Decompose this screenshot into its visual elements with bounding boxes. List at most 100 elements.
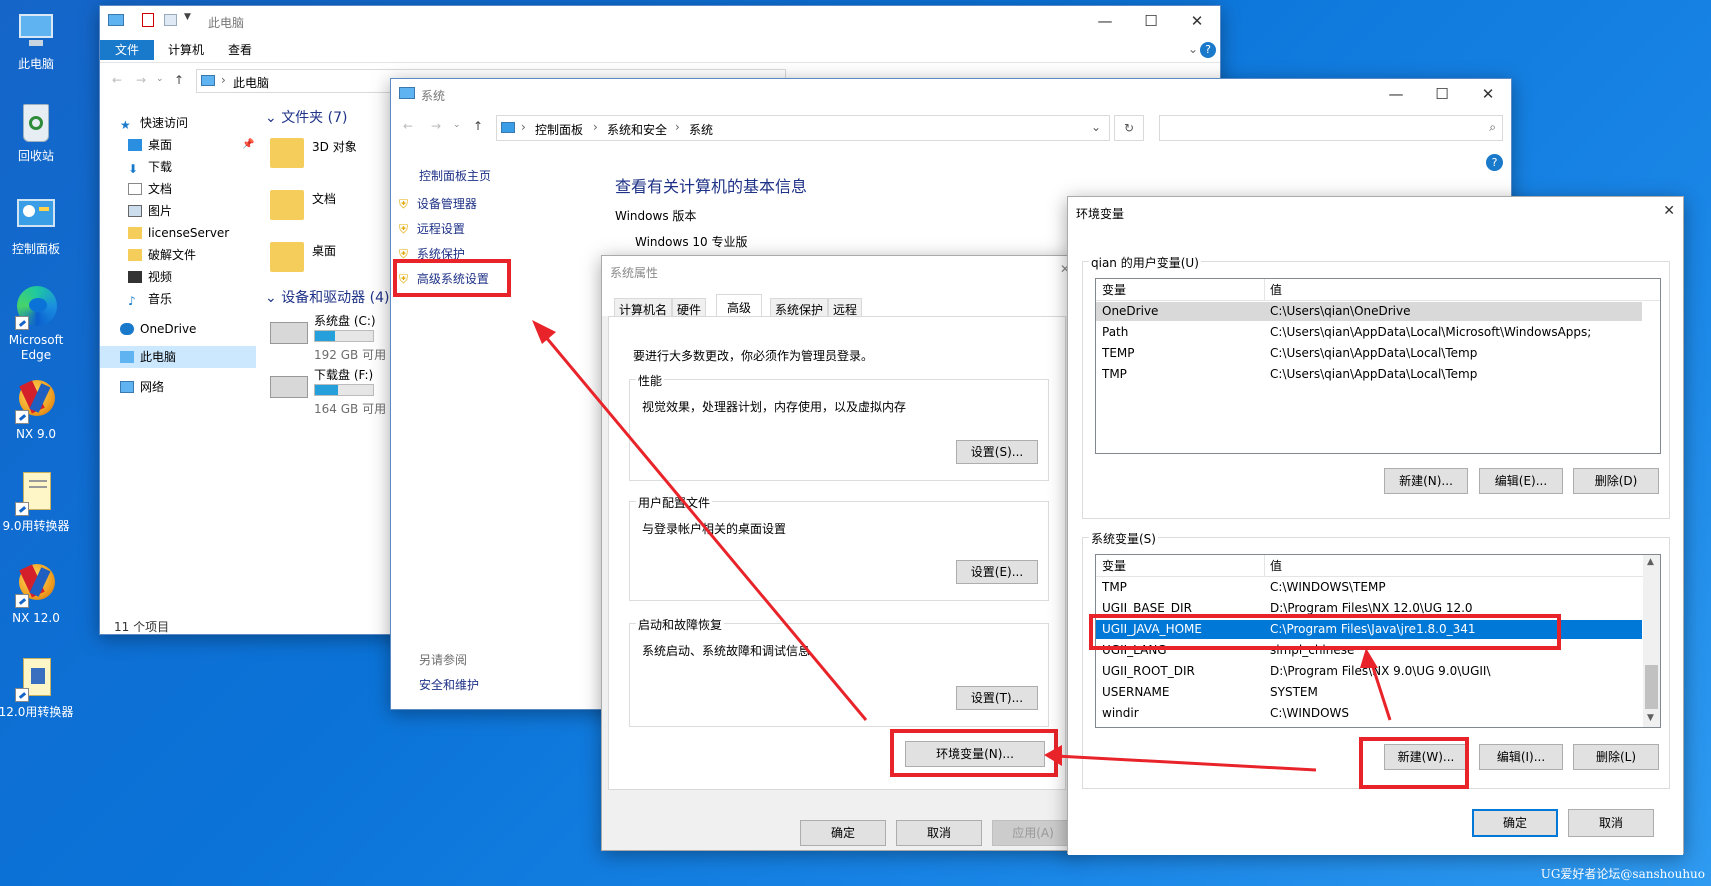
tab-remote[interactable]: 远程 (828, 298, 863, 317)
help-icon[interactable]: ? (1486, 154, 1503, 171)
maximize-button[interactable]: ☐ (1128, 6, 1174, 36)
tab-view[interactable]: 查看 (218, 40, 262, 60)
desktop-icon-recycle-bin[interactable]: 回收站 (0, 100, 74, 164)
minimize-button[interactable]: — (1082, 6, 1128, 36)
desktop-icon-this-pc[interactable]: 此电脑 (0, 8, 74, 72)
nav-onedrive[interactable]: OneDrive (120, 318, 196, 340)
drive-item[interactable]: 系统盘 (C:) 192 GB 可用 (270, 312, 386, 362)
close-button[interactable]: ✕ (1663, 203, 1675, 219)
new-folder-icon[interactable] (164, 14, 177, 26)
cp-home-link[interactable]: 控制面板主页 (419, 167, 491, 184)
tab-computer[interactable]: 计算机 (158, 40, 214, 60)
recent-dropdown-icon[interactable]: ⌄ (156, 74, 164, 84)
tab-advanced[interactable]: 高级 (716, 294, 763, 318)
back-arrow-icon[interactable]: ← (112, 73, 122, 87)
user-delete-button[interactable]: 删除(D) (1573, 468, 1659, 494)
user-variables-list[interactable]: 变量 值 OneDrive C:\Users\qian\OneDrive Pat… (1095, 278, 1661, 454)
startup-settings-button[interactable]: 设置(T)... (956, 686, 1038, 710)
column-header-value[interactable]: 值 (1270, 555, 1282, 577)
table-row[interactable]: windir C:\WINDOWS (1096, 704, 1642, 723)
breadcrumb-system-security[interactable]: 系统和安全 (607, 121, 667, 138)
nav-videos[interactable]: 视频 (128, 266, 172, 288)
close-button[interactable]: ✕ (1174, 6, 1220, 36)
user-edit-button[interactable]: 编辑(E)... (1479, 468, 1563, 494)
ribbon-expand-icon[interactable]: ⌄ (1188, 42, 1198, 56)
drives-section-header[interactable]: ⌄ 设备和驱动器 (4) (265, 287, 389, 307)
properties-icon[interactable] (142, 13, 154, 27)
folder-item[interactable]: 3D 对象 (270, 134, 370, 174)
ok-button[interactable]: 确定 (800, 820, 886, 846)
nav-downloads[interactable]: ⬇ 下载 (128, 156, 172, 178)
maximize-button[interactable]: ☐ (1419, 79, 1465, 109)
nav-documents[interactable]: 文档 (128, 178, 172, 200)
system-edit-button[interactable]: 编辑(I)... (1479, 744, 1563, 770)
close-button[interactable]: ✕ (1465, 79, 1511, 109)
table-row[interactable]: OneDrive C:\Users\qian\OneDrive (1096, 302, 1642, 321)
column-header-value[interactable]: 值 (1270, 279, 1282, 301)
tab-hardware[interactable]: 硬件 (672, 298, 707, 317)
refresh-button[interactable]: ↻ (1114, 115, 1144, 141)
tab-system-protection[interactable]: 系统保护 (770, 298, 829, 317)
help-icon[interactable]: ? (1200, 42, 1216, 58)
nav-music[interactable]: ♪ 音乐 (128, 288, 172, 310)
table-row[interactable]: TMP C:\WINDOWS\TEMP (1096, 578, 1642, 597)
drive-item[interactable]: 下载盘 (F:) 164 GB 可用 (270, 366, 386, 416)
breadcrumb-system[interactable]: 系统 (689, 121, 713, 138)
tab-file[interactable]: 文件 (100, 40, 154, 60)
desktop-icon-edge[interactable]: Microsoft Edge (0, 284, 74, 363)
desktop-icon-control-panel[interactable]: 控制面板 (0, 193, 74, 257)
link-security-maintenance[interactable]: 安全和维护 (419, 676, 479, 693)
folder-item[interactable]: 文档 (270, 186, 370, 226)
minimize-button[interactable]: — (1373, 79, 1419, 109)
system-delete-button[interactable]: 删除(L) (1573, 744, 1659, 770)
performance-settings-button[interactable]: 设置(S)... (956, 440, 1038, 464)
table-row[interactable]: Path C:\Users\qian\AppData\Local\Microso… (1096, 323, 1642, 342)
address-bar[interactable]: › 控制面板 › 系统和安全 › 系统 ⌄ (496, 115, 1110, 141)
cancel-button[interactable]: 取消 (1568, 809, 1654, 837)
link-remote-settings[interactable]: ⛨ 远程设置 (399, 220, 465, 237)
column-divider (1264, 555, 1265, 577)
link-device-manager[interactable]: ⛨ 设备管理器 (399, 195, 477, 212)
folders-section-header[interactable]: ⌄ 文件夹 (7) (265, 107, 347, 127)
nav-crack-files[interactable]: 破解文件 (128, 244, 196, 266)
nav-this-pc[interactable]: 此电脑 (100, 346, 256, 368)
system-titlebar: 系统 — ☐ ✕ (391, 79, 1511, 109)
folder-item[interactable]: 桌面 (270, 238, 370, 278)
address-dropdown-icon[interactable]: ⌄ (1091, 120, 1101, 134)
search-input[interactable]: ⌕ (1159, 115, 1503, 141)
apply-button[interactable]: 应用(A) (992, 820, 1074, 846)
table-row[interactable]: UGII_ROOT_DIR D:\Program Files\NX 9.0\UG… (1096, 662, 1642, 681)
up-arrow-icon[interactable]: ↑ (174, 73, 184, 87)
scroll-thumb[interactable] (1645, 665, 1658, 709)
scroll-down-icon[interactable]: ▼ (1647, 713, 1654, 723)
vertical-scrollbar[interactable]: ▲ ▼ (1643, 555, 1660, 727)
nav-quick-access[interactable]: ★ 快速访问 (120, 112, 188, 134)
table-row[interactable]: TMP C:\Users\qian\AppData\Local\Temp (1096, 365, 1642, 384)
user-new-button[interactable]: 新建(N)... (1384, 468, 1468, 494)
desktop-icon-nx9[interactable]: NX 9.0 (0, 378, 74, 442)
table-row[interactable]: USERNAME SYSTEM (1096, 683, 1642, 702)
forward-arrow-icon[interactable]: → (431, 119, 441, 133)
desktop-icon-converter-12[interactable]: 12.0用转换器 (0, 656, 74, 720)
column-header-variable[interactable]: 变量 (1102, 555, 1126, 577)
column-header-variable[interactable]: 变量 (1102, 279, 1126, 301)
nav-desktop[interactable]: 桌面 (128, 134, 172, 156)
nav-license-server[interactable]: licenseServer (128, 222, 229, 244)
user-profiles-settings-button[interactable]: 设置(E)... (956, 560, 1038, 584)
desktop-icon-label-line2: Edge (20, 348, 52, 362)
table-row[interactable]: TEMP C:\Users\qian\AppData\Local\Temp (1096, 344, 1642, 363)
tab-computer-name[interactable]: 计算机名 (614, 298, 673, 317)
breadcrumb-control-panel[interactable]: 控制面板 (535, 121, 583, 138)
qat-dropdown-icon[interactable]: ▼ (184, 12, 191, 22)
recent-dropdown-icon[interactable]: ⌄ (453, 120, 461, 130)
nav-network[interactable]: 网络 (120, 376, 164, 398)
nav-pictures[interactable]: 图片 (128, 200, 172, 222)
desktop-icon-nx12[interactable]: NX 12.0 (0, 562, 74, 626)
back-arrow-icon[interactable]: ← (403, 119, 413, 133)
desktop-icon-converter-9[interactable]: 9.0用转换器 (0, 470, 74, 534)
ok-button[interactable]: 确定 (1472, 809, 1558, 837)
forward-arrow-icon[interactable]: → (136, 73, 146, 87)
cancel-button[interactable]: 取消 (896, 820, 982, 846)
up-arrow-icon[interactable]: ↑ (473, 119, 483, 133)
scroll-up-icon[interactable]: ▲ (1647, 557, 1654, 567)
